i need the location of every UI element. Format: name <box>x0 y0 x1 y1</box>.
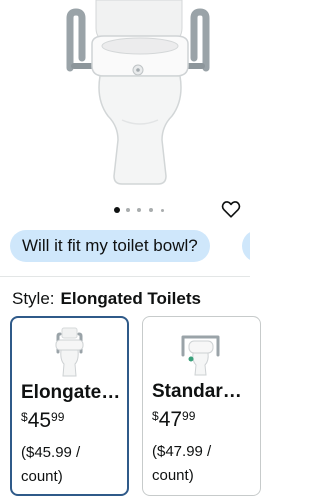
style-label: Style: <box>12 289 55 308</box>
toilet-seat-thumbnail-icon <box>55 327 84 377</box>
carousel-dot[interactable] <box>126 208 130 212</box>
heart-outline-icon <box>221 201 241 218</box>
price-whole: 47 <box>158 408 183 431</box>
style-option-elongated[interactable]: Elongated Toilets $4599 ($45.99 / count) <box>10 316 129 496</box>
carousel-dot-active[interactable] <box>114 207 120 213</box>
product-image[interactable] <box>0 0 250 198</box>
style-option-thumbnail <box>12 326 127 378</box>
toilet-illustration <box>66 0 210 185</box>
style-option-unit-price: ($47.99 / count) <box>152 443 212 484</box>
toilet-seat-frame-thumbnail-icon <box>181 335 220 376</box>
style-option-title: Standard Toilets <box>152 381 252 402</box>
style-selector-heading: Style: Elongated Toilets <box>12 289 201 309</box>
carousel-dot[interactable] <box>149 208 153 212</box>
style-option-price: $4799 <box>152 408 195 432</box>
question-chip[interactable]: Will it fit my toilet bowl? <box>10 230 210 262</box>
section-divider <box>0 276 250 277</box>
style-option-standard[interactable]: Standard Toilets $4799 ($47.99 / count) <box>142 316 261 496</box>
style-option-unit-price: ($45.99 / count) <box>21 444 81 485</box>
question-chips: Will it fit my toilet bowl? <box>0 230 250 264</box>
price-whole: 45 <box>27 409 52 432</box>
question-chip-next[interactable] <box>242 230 250 262</box>
style-option-thumbnail <box>143 325 260 377</box>
style-option-price: $4599 <box>21 409 64 433</box>
style-selected-value: Elongated Toilets <box>60 289 201 308</box>
price-currency: $ <box>21 410 28 424</box>
price-cents: 99 <box>182 409 196 423</box>
price-cents: 99 <box>51 410 65 424</box>
image-carousel-dots <box>0 206 250 214</box>
carousel-dot[interactable] <box>137 208 141 212</box>
carousel-dot[interactable] <box>161 208 164 212</box>
price-currency: $ <box>152 409 159 423</box>
wishlist-button[interactable] <box>221 200 241 218</box>
style-option-title: Elongated Toilets <box>21 382 121 403</box>
